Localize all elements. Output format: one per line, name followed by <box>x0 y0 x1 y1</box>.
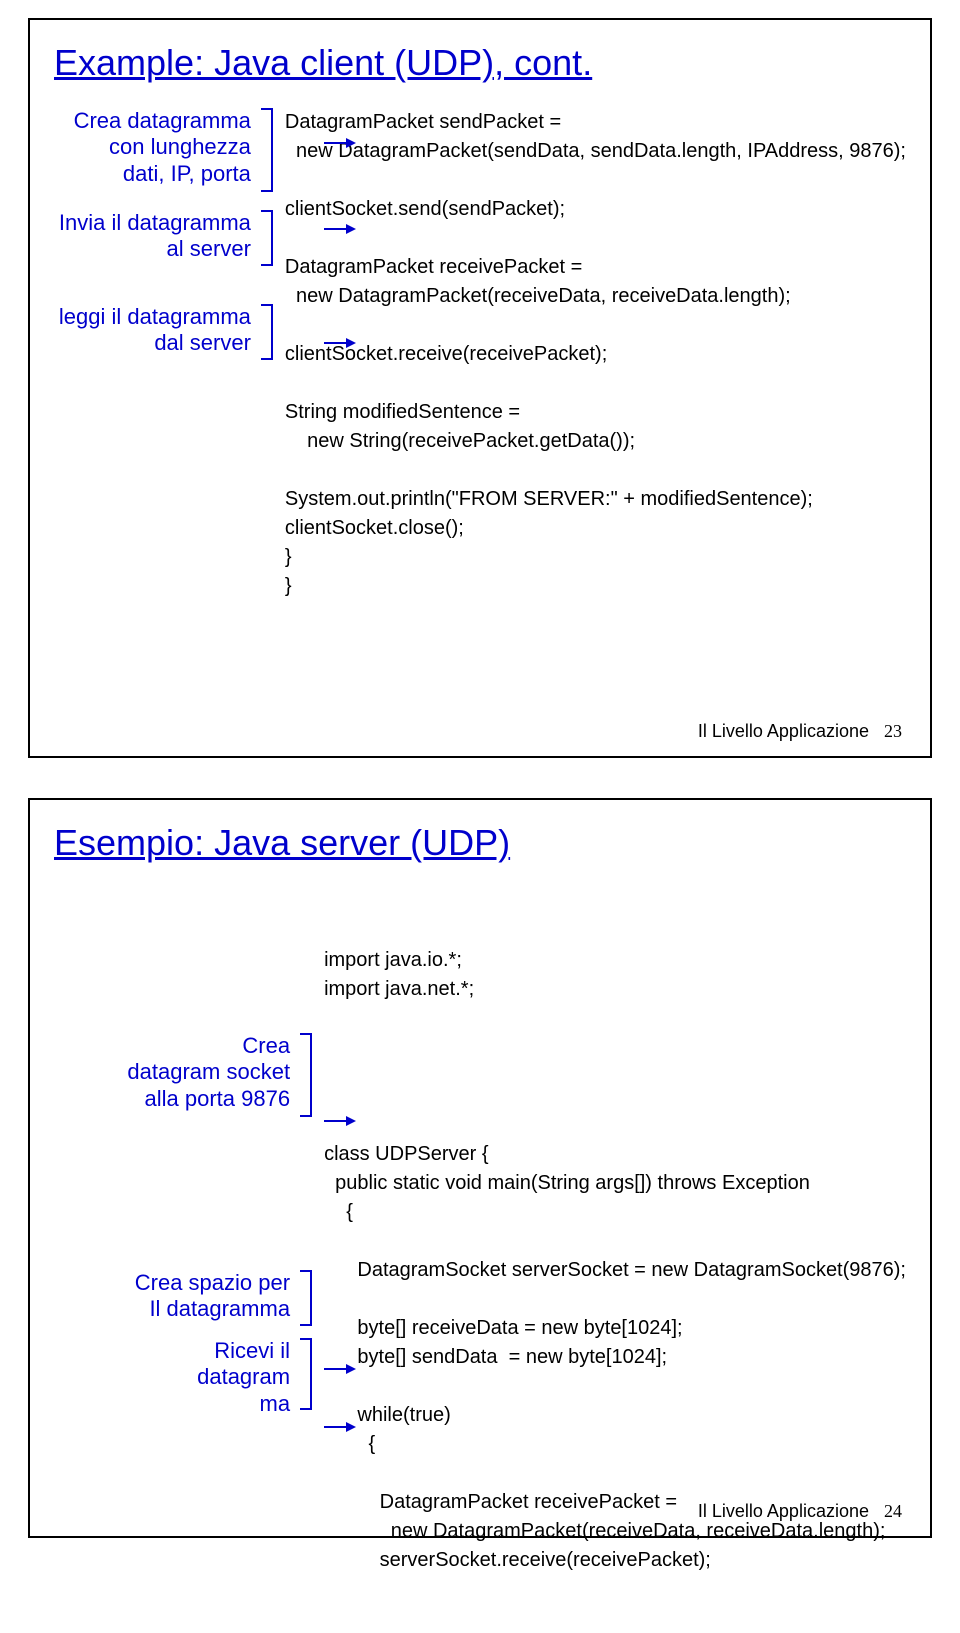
arrow-icon <box>324 228 354 230</box>
arrow-icon <box>324 1368 354 1370</box>
footer-label: Il Livello Applicazione <box>698 1501 869 1521</box>
spacer <box>324 1062 906 1082</box>
annotation-read-datagram: leggi il datagramma dal server <box>54 304 273 360</box>
bracket-icon <box>300 1270 312 1326</box>
annotation-create-space: Crea spazio per Il datagramma <box>54 1270 312 1326</box>
annotation-text: Invia il datagramma al server <box>59 210 251 261</box>
arrow-icon <box>324 1426 354 1428</box>
annotation-text: Crea datagram socket alla porta 9876 <box>127 1033 290 1111</box>
bracket-icon <box>300 1338 312 1410</box>
slide-title: Esempio: Java server (UDP) <box>54 822 906 864</box>
slide-2: Esempio: Java server (UDP) Crea datagram… <box>28 798 932 1538</box>
bracket-icon <box>261 108 273 192</box>
arrow-icon <box>324 142 354 144</box>
annotation-text: leggi il datagramma dal server <box>59 304 251 355</box>
spacer <box>54 888 312 1033</box>
annotation-text: Crea spazio per Il datagramma <box>135 1270 290 1321</box>
spacer <box>54 1135 312 1270</box>
slide-1: Example: Java client (UDP), cont. Crea d… <box>28 18 932 758</box>
bracket-icon <box>261 210 273 266</box>
footer-page-number: 23 <box>884 721 902 741</box>
annotation-column: Crea datagram socket alla porta 9876 Cre… <box>54 888 312 1633</box>
content-row: Crea datagramma con lunghezza dati, IP, … <box>54 108 906 601</box>
annotation-receive: Ricevi il datagram ma <box>54 1338 312 1410</box>
slide-footer: Il Livello Applicazione 23 <box>698 721 902 742</box>
annotation-text: Ricevi il datagram ma <box>197 1338 290 1416</box>
annotation-text: Crea datagramma con lunghezza dati, IP, … <box>74 108 251 186</box>
arrow-icon <box>324 342 354 344</box>
arrow-icon <box>324 1120 354 1122</box>
spacer <box>54 284 273 304</box>
footer-label: Il Livello Applicazione <box>698 721 869 741</box>
annotation-column: Crea datagramma con lunghezza dati, IP, … <box>54 108 273 601</box>
annotation-create-socket: Crea datagram socket alla porta 9876 <box>54 1033 312 1117</box>
code-block: DatagramPacket sendPacket = new Datagram… <box>285 108 906 601</box>
annotation-create-datagram: Crea datagramma con lunghezza dati, IP, … <box>54 108 273 192</box>
footer-page-number: 24 <box>884 1501 902 1521</box>
slide-footer: Il Livello Applicazione 24 <box>698 1501 902 1522</box>
bracket-icon <box>300 1033 312 1117</box>
code-imports: import java.io.*; import java.net.*; <box>324 946 906 1004</box>
annotation-send-datagram: Invia il datagramma al server <box>54 210 273 266</box>
slide-title: Example: Java client (UDP), cont. <box>54 42 906 84</box>
bracket-icon <box>261 304 273 360</box>
